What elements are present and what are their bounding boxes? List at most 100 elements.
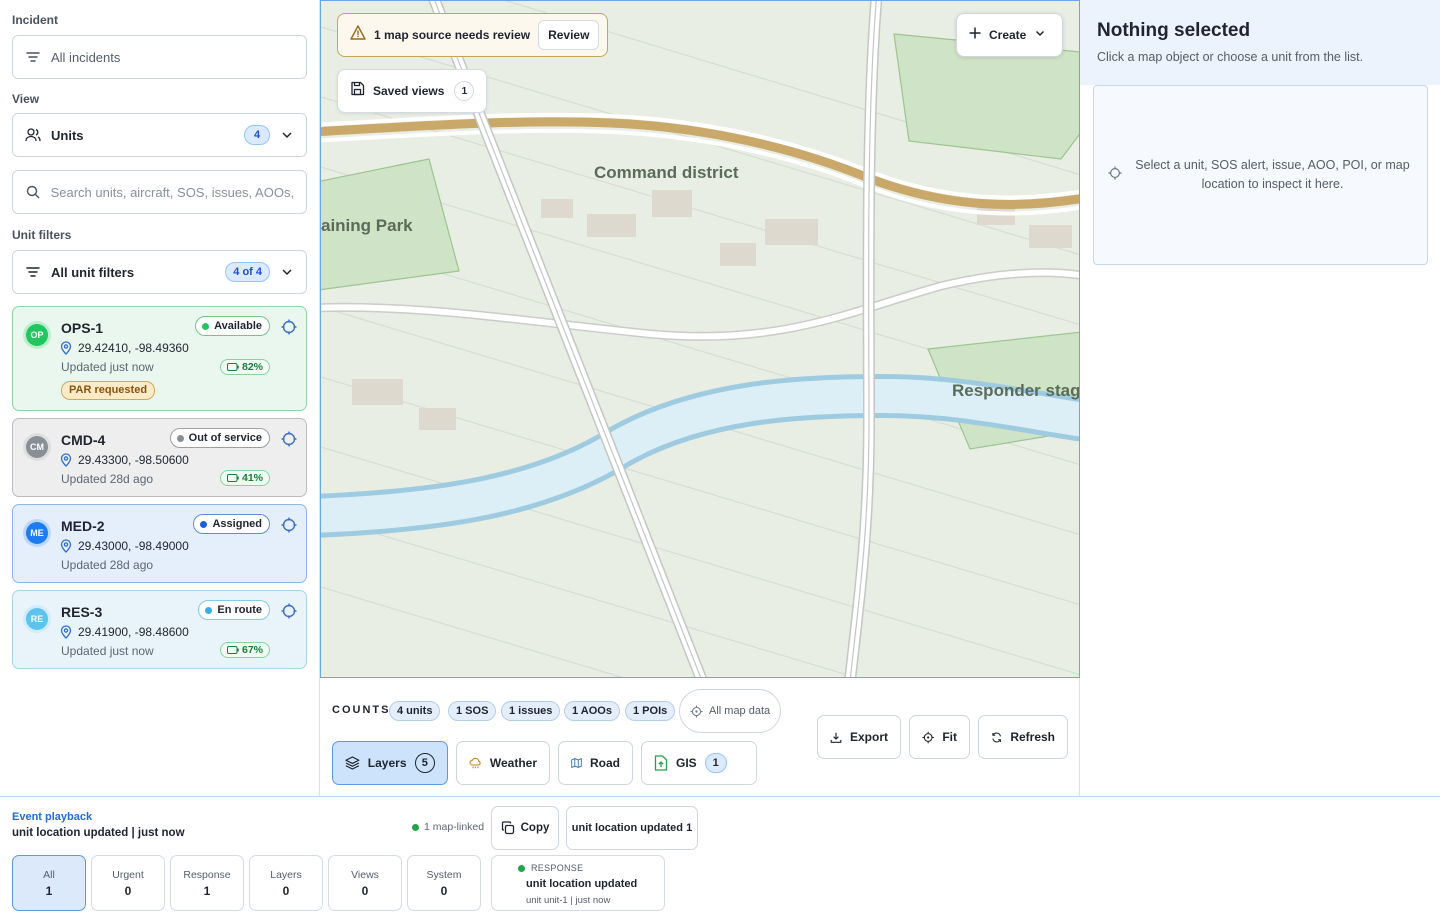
unit-card-med-2[interactable]: ME MED-2 Assigned 29.43000, -98.49000 Up…: [12, 504, 307, 583]
battery-icon: [226, 363, 239, 371]
map-source-alert: 1 map source needs review Review: [337, 13, 609, 57]
unit-filters-label: Unit filters: [12, 228, 72, 242]
unit-avatar: RE: [23, 605, 51, 633]
crosshair-icon: [690, 704, 703, 718]
search-icon: [25, 184, 41, 200]
saved-views-count: 1: [454, 81, 475, 101]
incident-value: All incidents: [51, 49, 121, 65]
gis-count: 1: [704, 753, 727, 773]
view-count-badge: 4: [244, 125, 270, 145]
status-badge: Available: [195, 316, 270, 336]
saved-views-button[interactable]: Saved views 1: [337, 69, 488, 113]
alert-text: 1 map source needs review: [374, 28, 531, 42]
count-aoos: 1 AOOs: [564, 701, 620, 721]
event-filter-system[interactable]: System 0: [407, 855, 481, 911]
create-label: Create: [989, 28, 1027, 42]
locate-icon[interactable]: [281, 603, 297, 619]
battery-icon: [226, 474, 239, 482]
chevron-down-icon: [1034, 26, 1046, 44]
users-icon: [25, 127, 41, 143]
event-playback-title: Event playback: [12, 811, 93, 823]
unit-card-cmd-4[interactable]: CM CMD-4 Out of service 29.43300, -98.50…: [12, 418, 307, 497]
road-button[interactable]: Road: [558, 741, 633, 785]
unit-filters-value: All unit filters: [51, 264, 135, 280]
inspector-subtitle: Click a map object or choose a unit from…: [1097, 50, 1364, 64]
event-title: unit location updated: [526, 878, 638, 890]
unit-avatar: ME: [23, 519, 51, 547]
all-map-data-button[interactable]: All map data: [679, 689, 782, 733]
map-linked-indicator: 1 map-linked: [412, 821, 484, 833]
event-filter-layers[interactable]: Layers 0: [249, 855, 323, 911]
locate-icon[interactable]: [281, 431, 297, 447]
unit-card-ops-1[interactable]: OP OPS-1 Available 29.42410, -98.49360 U…: [12, 306, 307, 411]
event-kind: RESPONSE: [518, 863, 664, 873]
battery-badge: 67%: [219, 642, 270, 658]
create-button[interactable]: Create: [956, 13, 1063, 57]
search-box[interactable]: [12, 170, 307, 214]
fit-button[interactable]: Fit: [909, 715, 970, 759]
copy-icon: [501, 821, 514, 835]
view-select[interactable]: Units 4: [12, 113, 307, 157]
locate-icon[interactable]: [281, 319, 297, 335]
map-label-command-district: Command district: [594, 163, 739, 182]
plus-icon: [969, 26, 981, 44]
event-filter-views[interactable]: Views 0: [328, 855, 402, 911]
location-pin-icon: [60, 625, 72, 639]
count-issues: 1 issues: [501, 701, 561, 721]
weather-button[interactable]: Weather: [456, 741, 550, 785]
incident-label: Incident: [12, 13, 59, 27]
search-input[interactable]: [50, 184, 294, 200]
refresh-icon: [992, 732, 1001, 742]
inspector-title: Nothing selected: [1097, 20, 1251, 41]
saved-views-label: Saved views: [373, 84, 445, 98]
warning-icon: [350, 25, 366, 45]
incident-filter[interactable]: All incidents: [12, 35, 307, 79]
layers-icon: [345, 756, 360, 770]
crosshair-icon: [922, 731, 934, 743]
filter-icon: [25, 264, 41, 280]
inspector-panel: Nothing selected Click a map object or c…: [1080, 0, 1440, 796]
unit-updated: Updated 28d ago: [61, 558, 154, 572]
map-toolbar: COUNTS 4 units 1 SOS 1 issues 1 AOOs 1 P…: [320, 678, 1080, 796]
unit-filters-count-badge: 4 of 4: [225, 262, 270, 282]
unit-card-res-3[interactable]: RE RES-3 En route 29.41900, -98.48600 Up…: [12, 590, 307, 669]
left-sidebar: Incident All incidents View Units 4 Unit…: [0, 0, 320, 796]
event-filter-urgent[interactable]: Urgent 0: [91, 855, 165, 911]
battery-icon: [226, 646, 239, 654]
export-button[interactable]: Export: [817, 715, 901, 759]
map-icon: [571, 758, 582, 768]
location-pin-icon: [60, 539, 72, 553]
layers-button[interactable]: Layers 5: [332, 741, 448, 785]
save-icon: [350, 81, 365, 101]
unit-coordinates: 29.41900, -98.48600: [60, 625, 294, 639]
crosshair-icon: [1108, 165, 1122, 185]
count-pois: 1 POIs: [625, 701, 676, 721]
copy-button[interactable]: Copy: [491, 806, 559, 850]
status-badge: Assigned: [193, 514, 270, 534]
event-filter-all[interactable]: All 1: [12, 855, 86, 911]
event-filter-response[interactable]: Response 1: [170, 855, 244, 911]
battery-badge: 82%: [219, 359, 270, 375]
map-canvas[interactable]: Command district aining Park Responder s…: [320, 0, 1080, 678]
refresh-button[interactable]: Refresh: [978, 715, 1068, 759]
chevron-down-icon: [280, 128, 294, 142]
location-pin-icon: [60, 341, 72, 355]
download-icon: [830, 732, 842, 743]
filter-icon: [25, 49, 41, 65]
locate-icon[interactable]: [281, 517, 297, 533]
event-card[interactable]: RESPONSE unit location updated unit unit…: [491, 855, 665, 911]
layers-count: 5: [414, 753, 435, 773]
review-button[interactable]: Review: [538, 20, 600, 50]
unit-filters-select[interactable]: All unit filters 4 of 4: [12, 250, 307, 294]
map-label-responder-staging: Responder stag: [952, 381, 1080, 400]
status-label: Out of service: [188, 432, 262, 444]
latest-event-button[interactable]: unit location updated 1: [566, 806, 698, 850]
status-label: En route: [217, 604, 262, 616]
inspector-empty-text: Select a unit, SOS alert, issue, AOO, PO…: [1135, 158, 1410, 191]
gis-button[interactable]: GIS 1: [641, 741, 757, 785]
count-sos: 1 SOS: [448, 701, 497, 721]
inspector-empty-state: Select a unit, SOS alert, issue, AOO, PO…: [1093, 85, 1428, 265]
file-upload-icon: [654, 755, 668, 771]
par-requested-badge: PAR requested: [61, 381, 156, 400]
unit-coordinates: 29.43000, -98.49000: [60, 539, 294, 553]
